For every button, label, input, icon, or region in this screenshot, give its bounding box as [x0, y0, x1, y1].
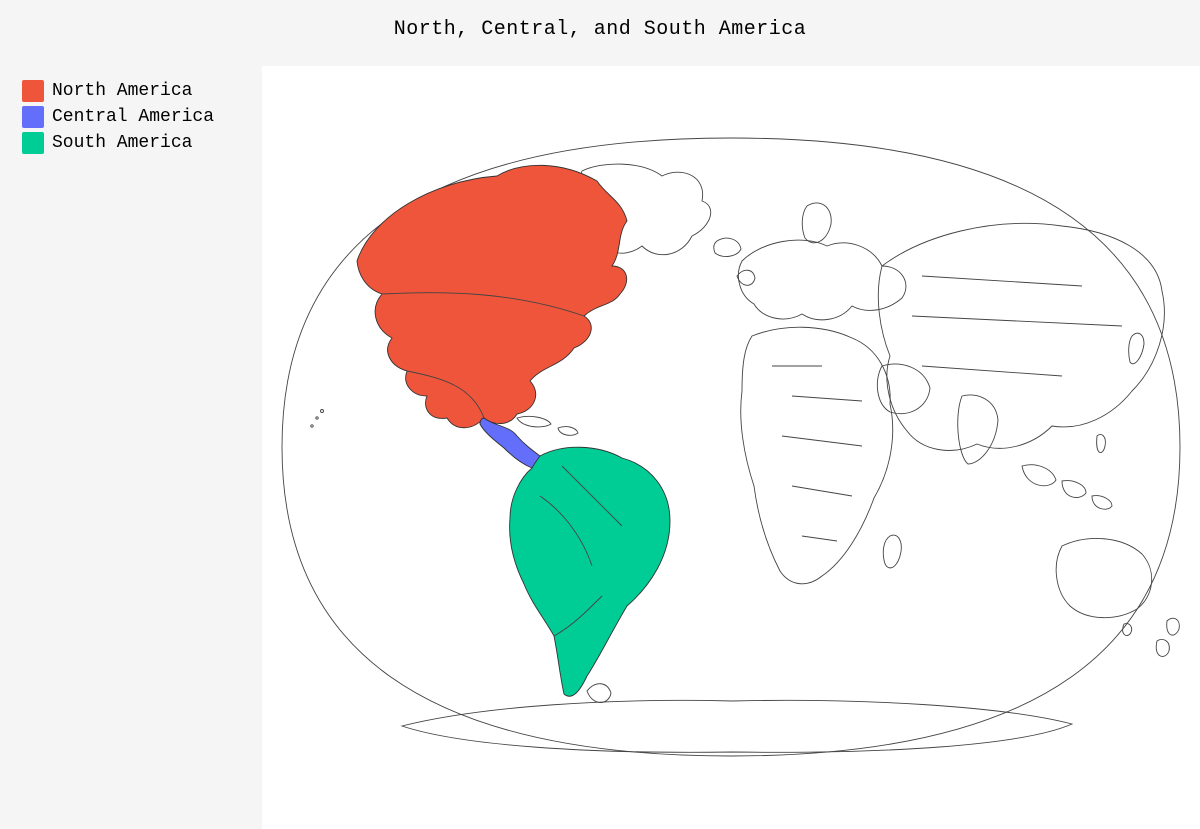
africa-borders	[772, 366, 862, 541]
south-america-fill	[510, 447, 670, 696]
world-map[interactable]	[262, 66, 1200, 829]
north-america-fill	[357, 165, 627, 427]
island-dot	[311, 425, 313, 427]
asia-borders	[912, 276, 1122, 376]
antarctica-outline	[402, 700, 1072, 752]
legend-label: North America	[52, 81, 192, 101]
legend-item-south-america[interactable]: South America	[22, 132, 214, 154]
legend-chip	[22, 80, 44, 102]
chart-title: North, Central, and South America	[0, 18, 1200, 41]
tasmania-outline	[1123, 624, 1132, 636]
island-dot	[316, 417, 318, 419]
australia-outline	[1056, 538, 1152, 617]
legend-label: Central America	[52, 107, 214, 127]
central-america-fill	[480, 418, 542, 468]
antarctic-peninsula	[587, 684, 611, 703]
legend-chip	[22, 132, 44, 154]
north-america-group	[311, 165, 627, 427]
sea-1	[1022, 465, 1056, 486]
map-svg	[262, 66, 1200, 829]
legend-label: South America	[52, 133, 192, 153]
page-root: North, Central, and South America North …	[0, 0, 1200, 829]
sea-3	[1092, 496, 1112, 510]
legend-item-central-america[interactable]: Central America	[22, 106, 214, 128]
madagascar-outline	[883, 535, 901, 568]
iceland-outline	[714, 238, 741, 256]
nz-north	[1167, 618, 1180, 635]
nz-south	[1156, 639, 1169, 656]
island-dot	[321, 410, 324, 413]
asia-outline	[878, 223, 1164, 450]
legend-item-north-america[interactable]: North America	[22, 80, 214, 102]
europe-outline	[738, 240, 906, 320]
philippines	[1097, 434, 1106, 452]
cuba-outline	[517, 416, 551, 427]
sea-2	[1062, 481, 1086, 498]
japan-outline	[1129, 333, 1144, 364]
legend: North America Central America South Amer…	[22, 80, 214, 158]
hispaniola-outline	[558, 427, 578, 436]
legend-chip	[22, 106, 44, 128]
scandinavia-outline	[802, 203, 831, 243]
india-outline	[958, 395, 998, 464]
uk-outline	[737, 270, 755, 285]
